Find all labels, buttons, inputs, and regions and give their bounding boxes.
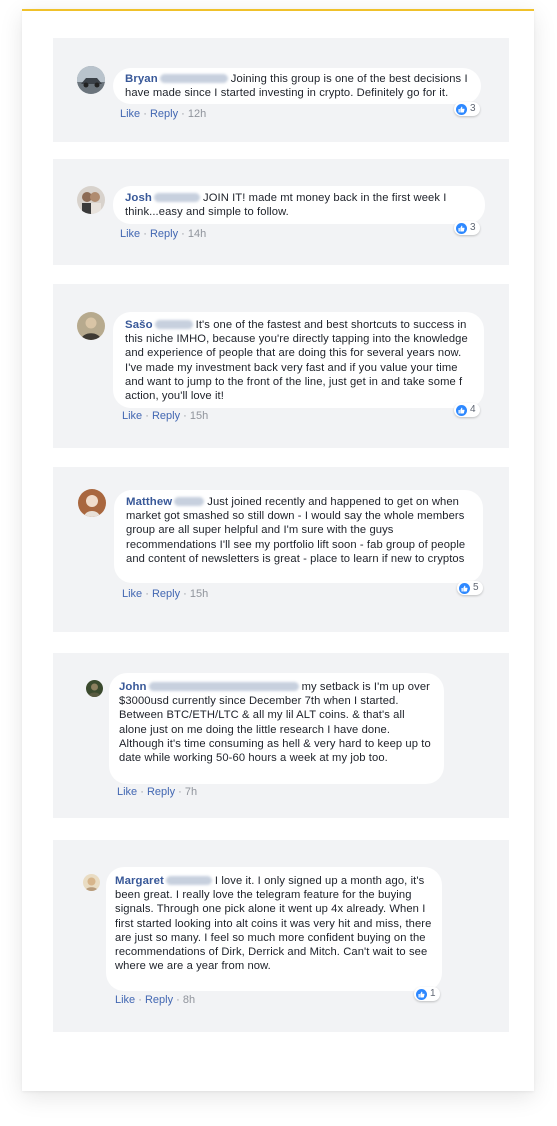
avatar[interactable] [86, 680, 103, 697]
like-icon [456, 222, 467, 234]
comment-text: It's one of the fastest and best shortcu… [125, 319, 468, 403]
separator: · [183, 410, 187, 422]
reply-link[interactable]: Reply [150, 108, 178, 120]
blurred-surname [174, 497, 205, 506]
comment-actions: Like · Reply · 7h [117, 786, 197, 798]
like-link[interactable]: Like [120, 108, 140, 120]
comment-bubble: John my setback is I'm up over $3000usd c… [109, 673, 444, 784]
comment-text: Just joined recently and happened to get… [126, 496, 466, 565]
comment-bubble: Josh JOIN IT! made mt money back in the f… [113, 186, 485, 224]
reaction-badge[interactable]: 3 [454, 102, 480, 116]
reaction-badge[interactable]: 4 [454, 403, 480, 417]
reaction-count: 5 [473, 582, 479, 593]
comment-author[interactable]: Matthew [126, 496, 172, 508]
like-icon [456, 103, 467, 115]
avatar[interactable] [77, 312, 105, 340]
blurred-surname [165, 876, 212, 885]
like-link[interactable]: Like [122, 588, 142, 600]
like-link[interactable]: Like [115, 994, 135, 1006]
comment-bubble: Matthew Just joined recently and happened… [114, 490, 483, 583]
comment-text: my setback is I'm up over $3000usd curre… [119, 681, 431, 765]
separator: · [145, 588, 149, 600]
comment-text: I love it. I only signed up a month ago,… [115, 875, 432, 973]
reaction-count: 1 [430, 988, 436, 999]
separator: · [183, 588, 187, 600]
separator: · [138, 994, 142, 1006]
comment-panel-josh: Josh JOIN IT! made mt money back in the f… [53, 159, 509, 265]
comment-author[interactable]: Josh [125, 192, 152, 204]
reaction-count: 3 [470, 103, 476, 114]
comment-author[interactable]: Sašo [125, 319, 153, 331]
like-icon [456, 404, 467, 416]
separator: · [181, 108, 185, 120]
avatar[interactable] [78, 489, 106, 517]
like-icon [416, 988, 427, 1000]
reaction-badge[interactable]: 5 [457, 581, 483, 595]
separator: · [181, 228, 185, 240]
separator: · [176, 994, 180, 1006]
comment-panel-bryan: Bryan Joining this group is one of the be… [53, 38, 509, 142]
comment-time[interactable]: 14h [188, 228, 206, 240]
comment-panel-margaret: Margaret I love it. I only signed up a mo… [53, 840, 509, 1032]
comment-time[interactable]: 8h [183, 994, 195, 1006]
reply-link[interactable]: Reply [147, 786, 175, 798]
comment-actions: Like · Reply · 12h [120, 108, 206, 120]
comment-time[interactable]: 12h [188, 108, 206, 120]
like-link[interactable]: Like [122, 410, 142, 422]
comment-actions: Like · Reply · 14h [120, 228, 206, 240]
reply-link[interactable]: Reply [152, 410, 180, 422]
reply-link[interactable]: Reply [145, 994, 173, 1006]
like-icon [459, 582, 470, 594]
comment-actions: Like · Reply · 15h [122, 588, 208, 600]
comment-author[interactable]: Margaret [115, 875, 164, 887]
comment-actions: Like · Reply · 15h [122, 410, 208, 422]
separator: · [140, 786, 144, 798]
reaction-count: 4 [470, 404, 476, 415]
avatar[interactable] [83, 874, 100, 891]
comment-panel-matthew: Matthew Just joined recently and happened… [53, 467, 509, 632]
comment-author[interactable]: John [119, 681, 147, 693]
comment-author[interactable]: Bryan [125, 73, 158, 85]
separator: · [143, 228, 147, 240]
comment-bubble: Margaret I love it. I only signed up a mo… [106, 867, 442, 991]
like-link[interactable]: Like [120, 228, 140, 240]
comment-time[interactable]: 15h [190, 588, 208, 600]
separator: · [145, 410, 149, 422]
reply-link[interactable]: Reply [150, 228, 178, 240]
comment-actions: Like · Reply · 8h [115, 994, 195, 1006]
comment-bubble: Bryan Joining this group is one of the be… [113, 68, 481, 104]
comment-panel-saso: Sašo It's one of the fastest and best sho… [53, 284, 509, 448]
avatar[interactable] [77, 186, 105, 214]
blurred-surname [148, 682, 299, 691]
reaction-badge[interactable]: 1 [414, 987, 440, 1001]
comment-time[interactable]: 7h [185, 786, 197, 798]
reply-link[interactable]: Reply [152, 588, 180, 600]
separator: · [143, 108, 147, 120]
reaction-badge[interactable]: 3 [454, 221, 480, 235]
reaction-count: 3 [470, 222, 476, 233]
like-link[interactable]: Like [117, 786, 137, 798]
separator: · [178, 786, 182, 798]
blurred-surname [154, 193, 200, 202]
comment-panel-john: John my setback is I'm up over $3000usd c… [53, 653, 509, 818]
avatar[interactable] [77, 66, 105, 94]
comment-bubble: Sašo It's one of the fastest and best sho… [113, 312, 484, 408]
comment-time[interactable]: 15h [190, 410, 208, 422]
blurred-surname [154, 320, 193, 329]
blurred-surname [159, 74, 228, 83]
